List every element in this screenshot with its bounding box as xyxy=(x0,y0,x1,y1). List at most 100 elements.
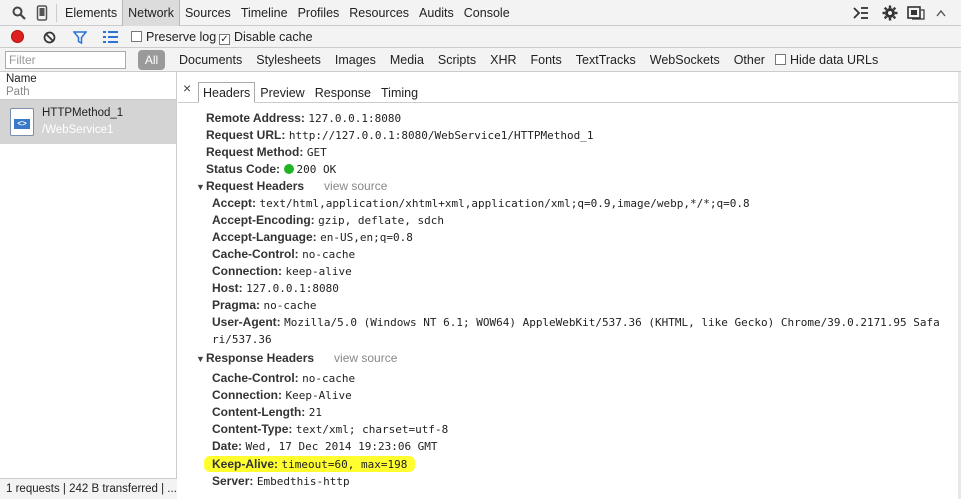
header-value: Wed, 17 Dec 2014 19:23:06 GMT xyxy=(245,440,438,453)
tab-profiles[interactable]: Profiles xyxy=(293,0,345,26)
status-code-row: Status Code: 200 OK xyxy=(206,161,336,178)
devtools-toolbar: Elements Network Sources Timeline Profil… xyxy=(0,0,961,26)
gear-icon[interactable] xyxy=(881,4,899,22)
header-row-wrap: ri/537.36 xyxy=(212,331,272,348)
dock-side-icon[interactable] xyxy=(907,4,925,22)
header-value: http://127.0.0.1:8080/WebService1/HTTPMe… xyxy=(288,129,594,142)
expand-triangle-icon[interactable]: ▼ xyxy=(196,351,206,368)
header-key: Date: xyxy=(212,439,243,453)
preserve-log-box[interactable] xyxy=(131,31,142,42)
record-button[interactable] xyxy=(11,30,24,43)
large-rows-icon[interactable] xyxy=(101,29,119,45)
tab-audits[interactable]: Audits xyxy=(414,0,459,26)
header-key: Cache-Control: xyxy=(212,371,299,385)
filter-documents[interactable]: Documents xyxy=(172,48,249,72)
header-key: Cache-Control: xyxy=(212,247,299,261)
type-filters: Documents Stylesheets Images Media Scrip… xyxy=(172,48,772,72)
disable-cache-label: Disable cache xyxy=(234,30,313,44)
tab-timing[interactable]: Timing xyxy=(376,82,423,103)
close-devtools-icon[interactable] xyxy=(932,4,950,22)
header-value: no-cache xyxy=(263,299,317,312)
header-key: Server: xyxy=(212,474,254,488)
network-toolbar: Preserve log ✓ Disable cache xyxy=(0,26,961,48)
preserve-log-checkbox[interactable]: Preserve log xyxy=(131,29,216,45)
name-column-header[interactable]: Name Path xyxy=(0,72,176,100)
header-key: Request Method: xyxy=(206,145,304,159)
request-url-row: Request URL: http://127.0.0.1:8080/WebSe… xyxy=(206,127,593,144)
filter-websockets[interactable]: WebSockets xyxy=(643,48,727,72)
header-key: Pragma: xyxy=(212,298,261,312)
header-row: Content-Length: 21 xyxy=(212,404,322,421)
header-value: text/xml; charset=utf-8 xyxy=(295,423,449,436)
view-source-link[interactable]: view source xyxy=(324,179,387,193)
show-drawer-icon[interactable] xyxy=(852,4,870,22)
detail-tabs: × Headers Preview Response Timing xyxy=(178,79,961,103)
filter-fonts[interactable]: Fonts xyxy=(524,48,569,72)
header-value: Mozilla/5.0 (Windows NT 6.1; WOW64) Appl… xyxy=(284,316,940,329)
filter-input[interactable] xyxy=(5,51,126,69)
header-row: Accept: text/html,application/xhtml+xml,… xyxy=(212,195,750,212)
filter-texttracks[interactable]: TextTracks xyxy=(569,48,643,72)
view-source-link[interactable]: view source xyxy=(334,351,397,365)
request-path: /WebService1 xyxy=(42,124,114,136)
hide-data-urls-checkbox[interactable]: Hide data URLs xyxy=(775,48,878,72)
header-key: Accept-Language: xyxy=(212,230,317,244)
header-value: no-cache xyxy=(302,372,356,385)
disable-cache-checkbox[interactable]: ✓ Disable cache xyxy=(219,29,313,45)
response-headers-section[interactable]: ▼Response Headers view source xyxy=(196,350,397,367)
request-method-row: Request Method: GET xyxy=(206,144,327,161)
clear-icon[interactable] xyxy=(40,28,58,46)
tab-console[interactable]: Console xyxy=(459,0,515,26)
header-value: keep-alive xyxy=(285,265,352,278)
network-summary: 1 requests | 242 B transferred | ... xyxy=(0,478,177,499)
header-key: Content-Length: xyxy=(212,405,306,419)
tab-elements[interactable]: Elements xyxy=(60,0,122,26)
filter-icon[interactable] xyxy=(71,28,89,46)
header-value: timeout=60, max=198 xyxy=(281,458,408,471)
name-header-label: Name xyxy=(6,73,37,85)
disable-cache-box[interactable]: ✓ xyxy=(219,34,230,45)
tab-response[interactable]: Response xyxy=(310,82,376,103)
search-icon[interactable] xyxy=(10,4,28,22)
filter-scripts[interactable]: Scripts xyxy=(431,48,483,72)
header-value: en-US,en;q=0.8 xyxy=(320,231,413,244)
close-icon[interactable]: × xyxy=(183,80,191,96)
preserve-log-label: Preserve log xyxy=(146,30,217,44)
tab-network[interactable]: Network xyxy=(122,0,180,26)
header-row: User-Agent: Mozilla/5.0 (Windows NT 6.1;… xyxy=(212,314,940,331)
request-headers-section[interactable]: ▼Request Headers view source xyxy=(196,178,387,195)
header-value: 127.0.0.1:8080 xyxy=(308,112,402,125)
filter-all-button[interactable]: All xyxy=(138,50,165,70)
tab-resources[interactable]: Resources xyxy=(344,0,414,26)
header-value: no-cache xyxy=(302,248,356,261)
filter-media[interactable]: Media xyxy=(383,48,431,72)
header-key: Keep-Alive: xyxy=(212,457,279,471)
header-value: Keep-Alive xyxy=(285,389,352,402)
tab-headers[interactable]: Headers xyxy=(198,82,256,103)
tab-timeline[interactable]: Timeline xyxy=(236,0,293,26)
header-key: Connection: xyxy=(212,264,282,278)
header-key: Status Code: xyxy=(206,162,281,176)
filter-xhr[interactable]: XHR xyxy=(483,48,523,72)
expand-triangle-icon[interactable]: ▼ xyxy=(196,179,206,196)
header-row: Pragma: no-cache xyxy=(212,297,317,314)
device-mode-icon[interactable] xyxy=(33,4,51,22)
section-title: Response Headers xyxy=(206,351,315,365)
hide-data-urls-box[interactable] xyxy=(775,54,786,65)
header-value: ri/537.36 xyxy=(212,333,272,346)
filter-images[interactable]: Images xyxy=(328,48,383,72)
filter-other[interactable]: Other xyxy=(727,48,772,72)
header-row: Content-Type: text/xml; charset=utf-8 xyxy=(212,421,448,438)
tab-preview[interactable]: Preview xyxy=(255,82,309,103)
header-row: Cache-Control: no-cache xyxy=(212,246,355,263)
document-icon: <> xyxy=(10,108,34,136)
section-title: Request Headers xyxy=(206,179,305,193)
request-row[interactable]: <> HTTPMethod_1 /WebService1 xyxy=(0,100,176,144)
tab-sources[interactable]: Sources xyxy=(180,0,236,26)
header-value: 127.0.0.1:8080 xyxy=(246,282,339,295)
filter-stylesheets[interactable]: Stylesheets xyxy=(249,48,328,72)
header-key: User-Agent: xyxy=(212,315,281,329)
header-key: Connection: xyxy=(212,388,282,402)
header-key: Remote Address: xyxy=(206,111,305,125)
remote-address-row: Remote Address: 127.0.0.1:8080 xyxy=(206,110,401,127)
